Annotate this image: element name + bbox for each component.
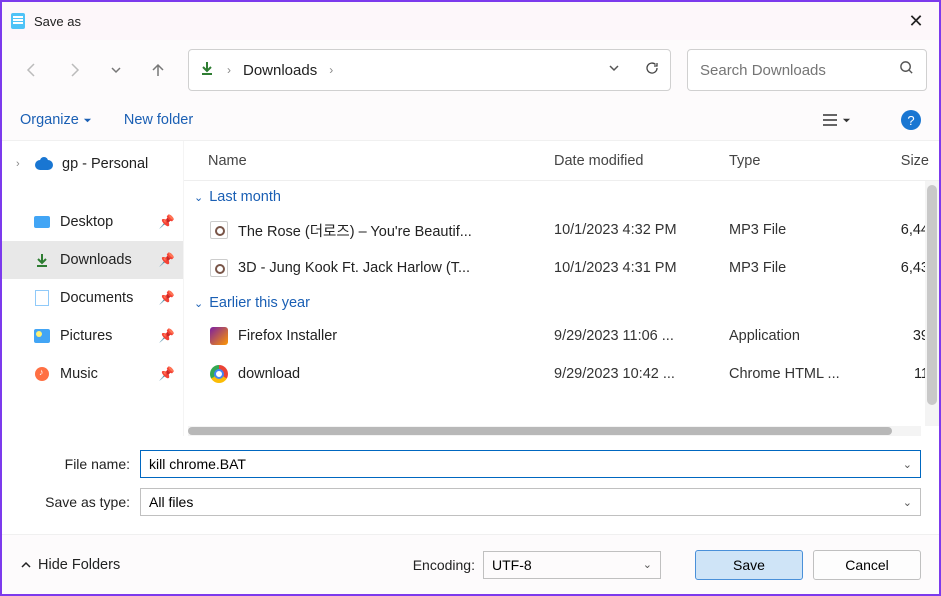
new-folder-button[interactable]: New folder	[124, 112, 193, 128]
pin-icon: 📌	[159, 328, 175, 344]
search-icon	[899, 60, 914, 80]
saveastype-select[interactable]: All files ⌄	[140, 488, 921, 516]
search-box[interactable]	[687, 49, 927, 91]
titlebar: Save as ✕	[2, 2, 939, 40]
column-size[interactable]: Size	[884, 153, 939, 169]
main-area: › gp - Personal Desktop📌Downloads📌Docume…	[2, 140, 939, 436]
window-title: Save as	[34, 14, 893, 29]
forward-button[interactable]	[56, 52, 92, 88]
chevron-down-icon[interactable]: ⌄	[903, 458, 912, 471]
recent-locations-button[interactable]	[98, 52, 134, 88]
notepad-icon	[10, 12, 26, 30]
file-row[interactable]: 3D - Jung Kook Ft. Jack Harlow (T...10/1…	[184, 249, 939, 287]
toolbar: Organize New folder ?	[2, 100, 939, 140]
music-icon	[32, 364, 52, 384]
group-header[interactable]: ⌄Earlier this year	[184, 287, 939, 317]
search-input[interactable]	[700, 62, 899, 79]
mp3-icon	[208, 257, 230, 279]
help-button[interactable]: ?	[901, 110, 921, 130]
docs-icon	[32, 288, 52, 308]
address-bar[interactable]: › Downloads ›	[188, 49, 671, 91]
desktop-icon	[32, 212, 52, 232]
file-row[interactable]: download9/29/2023 10:42 ...Chrome HTML .…	[184, 355, 939, 393]
column-headers[interactable]: Name Date modified Type Size	[184, 141, 939, 181]
footer: Hide Folders Encoding: UTF-8 ⌄ Save Canc…	[2, 534, 939, 594]
chrome-icon	[208, 363, 230, 385]
chevron-down-icon[interactable]: ⌄	[643, 558, 652, 571]
file-list-panel: Name Date modified Type Size ⌄Last month…	[184, 141, 939, 436]
pin-icon: 📌	[159, 366, 175, 382]
chevron-right-icon: ›	[329, 63, 333, 77]
vertical-scrollbar[interactable]	[925, 181, 939, 426]
pin-icon: 📌	[159, 290, 175, 306]
pin-icon: 📌	[159, 214, 175, 230]
cloud-icon	[34, 154, 54, 174]
sidebar-item-music[interactable]: Music📌	[2, 355, 183, 393]
download-icon	[32, 250, 52, 270]
hide-folders-button[interactable]: Hide Folders	[20, 557, 120, 573]
organize-button[interactable]: Organize	[20, 112, 92, 128]
horizontal-scrollbar[interactable]	[188, 426, 921, 436]
column-name[interactable]: Name	[208, 153, 554, 169]
view-button[interactable]	[822, 113, 851, 127]
sidebar-item-downloads[interactable]: Downloads📌	[2, 241, 183, 279]
up-button[interactable]	[140, 52, 176, 88]
file-row[interactable]: Firefox Installer9/29/2023 11:06 ...Appl…	[184, 317, 939, 355]
address-dropdown[interactable]	[608, 61, 620, 79]
chevron-right-icon: ›	[227, 63, 231, 77]
pics-icon	[32, 326, 52, 346]
file-list: ⌄Last monthThe Rose (더로즈) – You're Beaut…	[184, 181, 939, 436]
download-icon	[199, 60, 215, 81]
file-row[interactable]: The Rose (더로즈) – You're Beautif...10/1/2…	[184, 211, 939, 249]
encoding-select[interactable]: UTF-8 ⌄	[483, 551, 661, 579]
saveastype-label: Save as type:	[32, 494, 140, 510]
refresh-button[interactable]	[644, 60, 660, 81]
column-date[interactable]: Date modified	[554, 153, 729, 169]
tree-root-personal[interactable]: › gp - Personal	[2, 145, 183, 183]
ff-icon	[208, 325, 230, 347]
close-button[interactable]: ✕	[893, 2, 939, 40]
encoding-label: Encoding:	[413, 557, 475, 573]
chevron-down-icon: ⌄	[194, 297, 203, 310]
breadcrumb-current[interactable]: Downloads	[243, 62, 317, 79]
chevron-down-icon[interactable]: ⌄	[903, 496, 912, 509]
group-header[interactable]: ⌄Last month	[184, 181, 939, 211]
filename-input[interactable]: kill chrome.BAT ⌄	[140, 450, 921, 478]
mp3-icon	[208, 219, 230, 241]
back-button[interactable]	[14, 52, 50, 88]
chevron-right-icon: ›	[16, 158, 26, 170]
sidebar-item-documents[interactable]: Documents📌	[2, 279, 183, 317]
pin-icon: 📌	[159, 252, 175, 268]
sidebar: › gp - Personal Desktop📌Downloads📌Docume…	[2, 141, 184, 436]
save-button[interactable]: Save	[695, 550, 803, 580]
sidebar-item-pictures[interactable]: Pictures📌	[2, 317, 183, 355]
save-as-dialog: Save as ✕ › Downloads › Organize New fol…	[0, 0, 941, 596]
nav-row: › Downloads ›	[2, 40, 939, 100]
save-fields: File name: kill chrome.BAT ⌄ Save as typ…	[2, 436, 939, 534]
column-type[interactable]: Type	[729, 153, 884, 169]
sidebar-item-desktop[interactable]: Desktop📌	[2, 203, 183, 241]
filename-label: File name:	[32, 456, 140, 472]
chevron-down-icon: ⌄	[194, 191, 203, 204]
cancel-button[interactable]: Cancel	[813, 550, 921, 580]
